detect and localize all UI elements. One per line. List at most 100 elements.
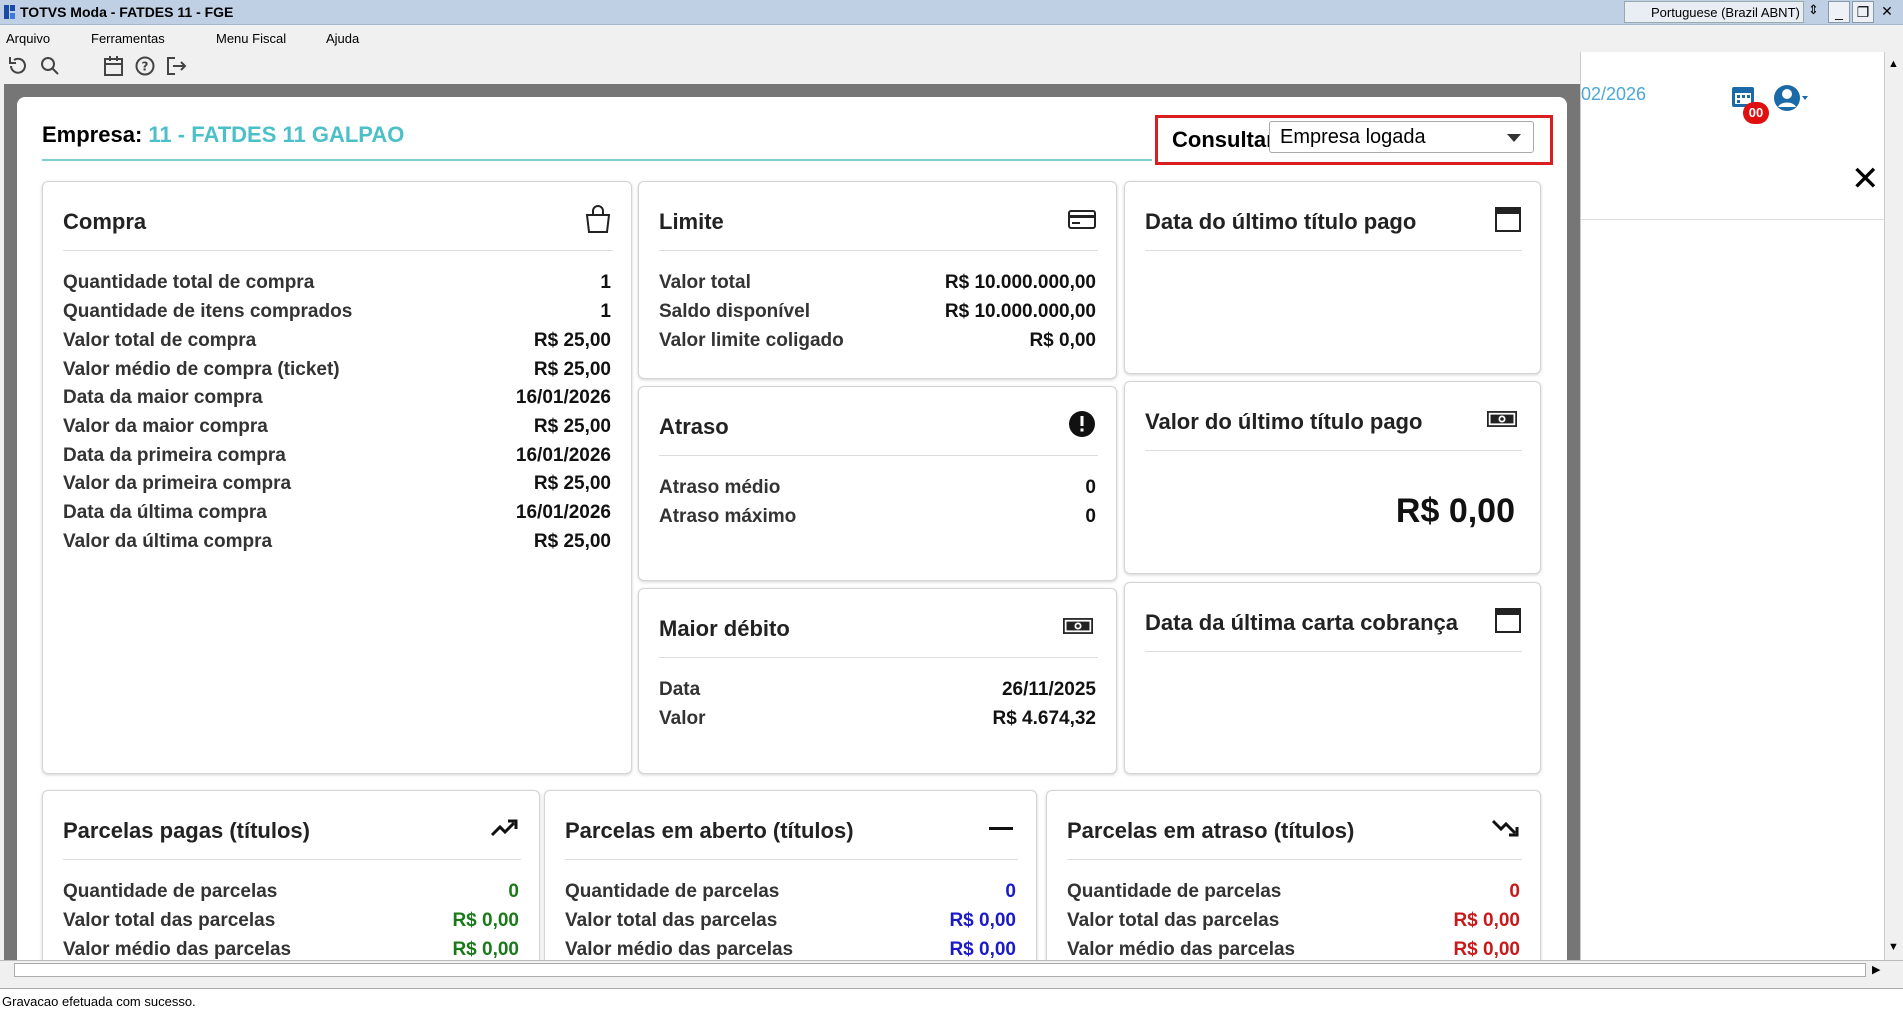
menu-ajuda[interactable]: Ajuda: [326, 31, 359, 46]
card-title: Maior débito: [659, 616, 790, 641]
card-compra: Compra Quantidade total de compra 1 Quant…: [42, 181, 632, 774]
restore-button[interactable]: ❐: [1852, 1, 1874, 23]
row-label: Valor médio das parcelas: [565, 939, 794, 960]
minus-icon: [989, 827, 1013, 830]
trending-down-icon: [1491, 819, 1519, 837]
row-label: Valor limite coligado: [659, 330, 844, 351]
app-icon: [4, 5, 15, 19]
card-divider: [659, 250, 1098, 251]
row-value: R$ 10.000.000,00: [944, 272, 1096, 293]
card-title: Data do último título pago: [1145, 209, 1417, 234]
vertical-scrollbar[interactable]: ▲ ▼: [1884, 52, 1903, 960]
scroll-track[interactable]: [14, 963, 1866, 977]
row-label: Valor total de compra: [63, 330, 257, 351]
row-value: 26/11/2025: [1001, 679, 1096, 700]
chevron-down-icon[interactable]: [1507, 134, 1521, 142]
language-spin-icon[interactable]: ⇕: [1808, 2, 1819, 18]
menu-ferramentas[interactable]: Ferramentas: [91, 31, 165, 46]
row-value: 0: [1085, 506, 1096, 527]
card-divider: [1145, 450, 1522, 451]
row-value: R$ 0,00: [1029, 330, 1096, 351]
shopping-bag-icon: [585, 205, 611, 233]
exclamation-icon: [1069, 411, 1095, 437]
row-value: 16/01/2026: [515, 445, 611, 466]
card-divider: [659, 455, 1098, 456]
card-parcelas-aberto: Parcelas em aberto (títulos) Quantidade …: [544, 790, 1037, 960]
status-bar: Gravacao efetuada com sucesso.: [0, 988, 1903, 1012]
row-value: R$ 25,00: [533, 416, 611, 437]
consult-select[interactable]: Empresa logada: [1269, 121, 1534, 153]
row-value: R$ 0,00: [1453, 910, 1520, 931]
calendar-icon[interactable]: [102, 55, 126, 77]
row-value: 0: [1005, 881, 1016, 902]
card-parcelas-pagas: Parcelas pagas (títulos) Quantidade de p…: [42, 790, 540, 960]
row-value: R$ 4.674,32: [992, 708, 1096, 729]
toolbar: ?: [0, 50, 1580, 82]
card-title: Compra: [63, 209, 147, 234]
row-label: Valor total: [659, 272, 751, 293]
close-window-button[interactable]: ✕: [1876, 1, 1898, 23]
row-label: Data: [659, 679, 701, 700]
close-icon[interactable]: ✕: [1851, 162, 1880, 196]
consult-select-value: Empresa logada: [1280, 126, 1426, 148]
language-selector[interactable]: Portuguese (Brazil ABNT): [1624, 1, 1804, 23]
help-icon[interactable]: ?: [133, 55, 157, 77]
row-label: Valor médio de compra (ticket): [63, 359, 340, 380]
status-message: Gravacao efetuada com sucesso.: [2, 994, 196, 1009]
card-data-ultima-carta: Data da última carta cobrança: [1124, 582, 1541, 774]
row-label: Quantidade de parcelas: [1067, 881, 1282, 902]
svg-text:?: ?: [142, 60, 149, 74]
company-value: 11 - FATDES 11 GALPAO: [148, 122, 405, 147]
card-divider: [63, 250, 613, 251]
row-label: Valor total das parcelas: [1067, 910, 1280, 931]
card-title: Valor do último título pago: [1145, 409, 1423, 434]
row-value: R$ 0,00: [949, 939, 1016, 960]
panel-date: 02/2026: [1581, 84, 1647, 104]
minimize-button[interactable]: _: [1828, 1, 1850, 23]
row-value: R$ 0,00: [1453, 939, 1520, 960]
card-title: Atraso: [659, 414, 729, 439]
refresh-icon[interactable]: [6, 55, 30, 77]
scroll-right-icon[interactable]: ▶: [1872, 963, 1880, 976]
consult-filter: Consultar: Empresa logada: [1155, 115, 1553, 165]
row-label: Valor da última compra: [63, 531, 273, 552]
card-divider: [1145, 651, 1522, 652]
title-bar: TOTVS Moda - FATDES 11 - FGE Portuguese …: [0, 0, 1903, 25]
card-divider: [659, 657, 1098, 658]
horizontal-scrollbar[interactable]: ▶: [0, 960, 1903, 979]
background-panel: 02/2026 00 ✕: [1580, 52, 1885, 960]
menu-arquivo[interactable]: Arquivo: [6, 31, 50, 46]
scroll-up-icon[interactable]: ▲: [1888, 58, 1899, 70]
menu-fiscal[interactable]: Menu Fiscal: [216, 31, 286, 46]
row-label: Valor médio das parcelas: [63, 939, 292, 960]
row-label: Data da última compra: [63, 502, 267, 523]
exit-icon[interactable]: [164, 55, 188, 77]
card-divider: [1067, 859, 1522, 860]
calendar-icon: [1495, 207, 1521, 232]
notification-badge: 00: [1743, 102, 1769, 124]
company-label: Empresa:: [42, 122, 143, 147]
last-payment-value: R$ 0,00: [1395, 492, 1515, 530]
row-value: R$ 0,00: [949, 910, 1016, 931]
divider: [1581, 219, 1885, 220]
card-divider: [1145, 250, 1522, 251]
money-bill-icon: [1063, 618, 1093, 634]
row-label: Valor total das parcelas: [565, 910, 778, 931]
row-value: R$ 25,00: [533, 531, 611, 552]
search-icon[interactable]: [38, 55, 62, 77]
row-label: Saldo disponível: [659, 301, 810, 322]
scroll-down-icon[interactable]: ▼: [1888, 941, 1899, 953]
row-label: Quantidade de parcelas: [565, 881, 780, 902]
row-value: R$ 25,00: [533, 330, 611, 351]
row-label: Valor médio das parcelas: [1067, 939, 1296, 960]
row-label: Atraso médio: [659, 477, 781, 498]
credit-card-icon: [1068, 210, 1096, 229]
row-label: Quantidade de itens comprados: [63, 301, 353, 322]
menu-bar: Arquivo Ferramentas Menu Fiscal Ajuda: [0, 26, 1903, 50]
row-value: 16/01/2026: [515, 387, 611, 408]
card-title: Parcelas pagas (títulos): [63, 818, 310, 843]
header-divider: [42, 159, 1152, 161]
user-avatar-icon[interactable]: [1773, 82, 1809, 114]
card-title: Parcelas em aberto (títulos): [565, 818, 854, 843]
window-title: TOTVS Moda - FATDES 11 - FGE: [20, 4, 234, 20]
